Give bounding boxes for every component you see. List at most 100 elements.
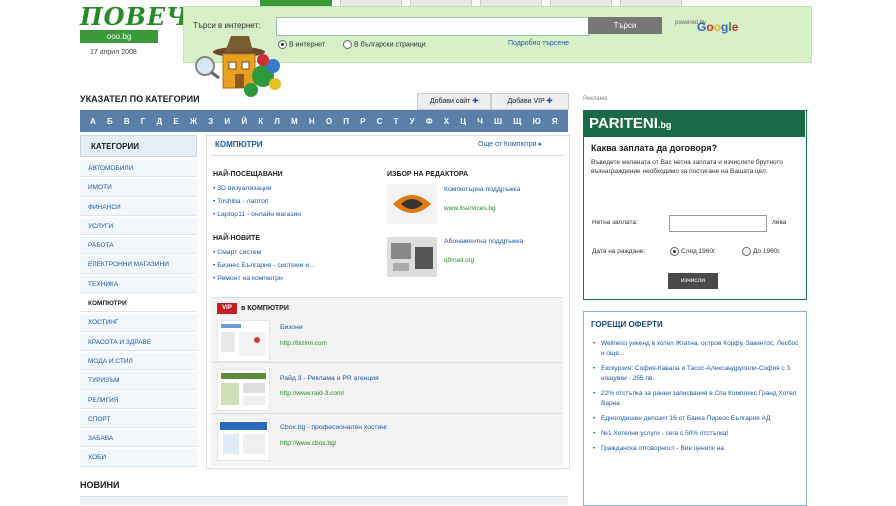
most-visited-link[interactable]: • Toshiba - лаптоп (213, 198, 269, 205)
radio-icon[interactable] (742, 247, 751, 256)
category-item[interactable]: Мода и стил (80, 352, 197, 371)
alphabet-letter[interactable]: Ш (494, 117, 502, 126)
search-scope-web[interactable]: В интернет (278, 40, 325, 49)
alphabet-letter[interactable]: Т (394, 117, 399, 126)
category-item[interactable]: Спорт (80, 410, 197, 429)
category-item[interactable]: Услуги (80, 217, 197, 236)
alphabet-letter[interactable]: Л (274, 117, 280, 126)
category-item[interactable]: Религия (80, 391, 197, 409)
vip-thumbnail-icon[interactable] (217, 369, 270, 411)
vip-url[interactable]: http://bizimi.com (280, 340, 327, 347)
divider (211, 362, 563, 363)
birth-before-1960-option[interactable]: До 1960г. (742, 247, 781, 256)
alphabet-letter[interactable]: Я (552, 117, 558, 126)
alphabet-letter[interactable]: Ф (426, 117, 433, 126)
category-item[interactable]: Забава (80, 430, 197, 448)
alphabet-letter[interactable]: Ж (190, 117, 197, 126)
arrow-right-icon: ▸ (538, 141, 543, 148)
category-item[interactable]: Хостинг (80, 314, 197, 332)
category-item[interactable]: Електронни магазини (80, 256, 197, 274)
alphabet-letter[interactable]: Й (241, 117, 247, 126)
category-title[interactable]: КОМПЮТРИ (215, 140, 263, 149)
search-button[interactable]: Търси (588, 17, 662, 34)
advanced-search-link[interactable]: Подробно търсене (508, 40, 569, 47)
more-in-category-link[interactable]: Още от Компютри ▸ (478, 140, 542, 148)
add-site-button[interactable]: Добави сайт ✚ (417, 93, 491, 110)
newest-title: НАЙ-НОВИТЕ (213, 235, 261, 242)
alphabet-letter[interactable]: Г (141, 117, 146, 126)
most-visited-link[interactable]: • 3D визуализации (213, 185, 272, 192)
category-item[interactable]: Финанси (80, 198, 197, 216)
alphabet-letter[interactable]: В (124, 117, 130, 126)
editor-pick-link[interactable]: Компютърна поддръжка (444, 186, 520, 193)
alphabet-letter[interactable]: Е (173, 117, 178, 126)
calculate-button[interactable]: изчисли (668, 273, 718, 289)
newest-link[interactable]: • Смарт систем (213, 249, 261, 256)
radio-label: В интернет (289, 41, 326, 49)
pariteni-logo[interactable]: PARITENI.bg (583, 110, 805, 137)
editor-pick-thumbnail-icon[interactable] (387, 184, 437, 224)
vip-thumbnail-icon[interactable] (217, 419, 270, 461)
alphabet-letter[interactable]: Ч (477, 117, 483, 126)
link-text: 3D визуализации (217, 185, 272, 192)
alphabet-letter[interactable]: П (343, 117, 349, 126)
vip-link[interactable]: Cbox.bg - професионален хостинг (280, 424, 388, 431)
calculator-description: Въведете желаната от Вас нетна заплата и… (591, 159, 783, 175)
editor-pick-thumbnail-icon[interactable] (387, 237, 437, 277)
vip-url[interactable]: http://www.raid-3.com/ (280, 390, 344, 397)
alphabet-letter[interactable]: Х (444, 117, 449, 126)
category-item[interactable]: Красота и здраве (80, 333, 197, 351)
category-item[interactable]: Имоти (80, 179, 197, 197)
alphabet-letter[interactable]: Щ (513, 117, 521, 126)
alphabet-letter[interactable]: Ю (533, 117, 541, 126)
alphabet-letter[interactable]: М (291, 117, 298, 126)
offer-link[interactable]: Wellness уикенд в хотел Жгатна, остров К… (593, 339, 801, 359)
categories-list: Автомобили Имоти Финанси Услуги Работа Е… (80, 160, 197, 469)
editor-pick-link[interactable]: Абонаментна поддръжка (444, 238, 523, 245)
offer-link[interactable]: №1 Хотелни услуги - сега с 50% отстъпка! (593, 429, 801, 439)
alphabet-letter[interactable]: Б (107, 117, 113, 126)
alphabet-letter[interactable]: К (258, 117, 263, 126)
offer-link[interactable]: Екскурзия: София-Кавала и Тасос-Александ… (593, 364, 801, 384)
most-visited-link[interactable]: • Laptop11 - онлайн магазин (213, 211, 301, 218)
category-item-active[interactable]: Компютри (80, 295, 197, 313)
alphabet-letter[interactable]: И (224, 117, 230, 126)
vip-url[interactable]: http://www.cbox.bg/ (280, 440, 336, 447)
alphabet-letter[interactable]: Р (360, 117, 365, 126)
alphabet-letter[interactable]: У (410, 117, 415, 126)
editor-pick-url[interactable]: q9mail.org (444, 257, 474, 264)
category-item[interactable]: Техника (80, 275, 197, 294)
alphabet-letter[interactable]: О (326, 117, 332, 126)
radio-icon[interactable] (343, 40, 352, 49)
alphabet-letter[interactable]: Н (309, 117, 315, 126)
category-item[interactable]: Автомобили (80, 160, 197, 178)
link-text: Toshiba - лаптоп (217, 198, 269, 205)
net-salary-input[interactable] (669, 215, 767, 232)
logo-badge: ooo.bg (80, 30, 158, 43)
vip-link[interactable]: Бизони (280, 324, 303, 331)
newest-link[interactable]: • Ремонт на компютри (213, 275, 283, 282)
alphabet-letter[interactable]: Д (156, 117, 162, 126)
alphabet-letter[interactable]: З (208, 117, 213, 126)
alphabet-letter[interactable]: А (90, 117, 96, 126)
site-logo[interactable]: ПОВЕЧ (80, 2, 189, 31)
more-label: Още от Компютри (478, 141, 537, 148)
newest-link[interactable]: • Бизнес България - системи и... (213, 262, 315, 269)
search-input[interactable] (276, 17, 590, 36)
vip-thumbnail-icon[interactable] (217, 320, 270, 362)
offer-link[interactable]: Гражданска отговорност - Вие цените на (593, 444, 801, 454)
editor-pick-url[interactable]: www.itservices.bg (444, 205, 496, 212)
vip-title: в КОМПЮТРИ (241, 305, 289, 312)
category-item[interactable]: Хоби (80, 449, 197, 467)
alphabet-letter[interactable]: Ц (460, 117, 466, 126)
offer-link[interactable]: Едногодишен депозит 16 от Банка Пиреос Б… (593, 414, 801, 424)
radio-icon[interactable] (670, 247, 679, 256)
category-item[interactable]: Работа (80, 237, 197, 255)
add-vip-button[interactable]: Добави VIP ✚ (491, 93, 569, 110)
search-scope-bulgarian[interactable]: В български страници (343, 40, 426, 49)
offer-link[interactable]: 22% отстъпка за ранни записвания в Спа К… (593, 389, 801, 409)
vip-link[interactable]: Райд 3 - Реклама и PR агенция (280, 375, 379, 382)
category-item[interactable]: Туризъм (80, 372, 197, 390)
birth-after-1960-option[interactable]: След 1960г. (670, 247, 716, 256)
alphabet-letter[interactable]: С (377, 117, 383, 126)
